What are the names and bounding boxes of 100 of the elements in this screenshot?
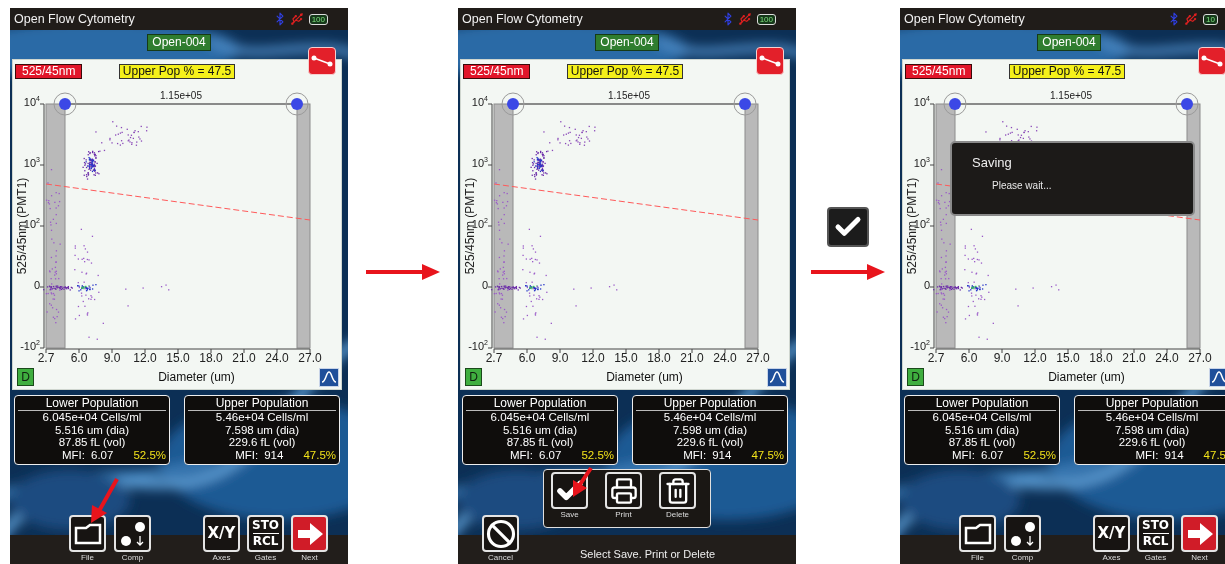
tick-label: 12.0 (1022, 351, 1048, 365)
dialog-title: Saving (972, 155, 1013, 170)
sample-name: Open-004 (1037, 34, 1101, 51)
status-message: Select Save. Print or Delete (578, 547, 717, 562)
delete-button[interactable] (659, 472, 696, 509)
dialog-message: Please wait... (992, 180, 1053, 191)
gate-handle[interactable] (733, 92, 757, 116)
line-segment-icon (1201, 54, 1223, 68)
stat-value: 5.516 um (dia) (943, 423, 1021, 436)
tick-label: 15.0 (165, 351, 191, 365)
mfi-value: 6.07 (91, 448, 114, 461)
file-button[interactable] (959, 515, 996, 552)
gate-line-button[interactable] (756, 47, 784, 75)
button-caption: Next (1191, 552, 1208, 563)
percent-value: 47.5% (303, 448, 336, 461)
display-button[interactable]: D (17, 368, 34, 386)
app-title: Open Flow Cytometry (904, 12, 1025, 26)
tick-label: 2.7 (36, 351, 56, 365)
usb-icon (737, 12, 752, 26)
gate-line-button[interactable] (308, 47, 336, 75)
comp-button[interactable] (1004, 515, 1041, 552)
battery-indicator: 100 (756, 13, 776, 25)
tick-label: 10$^{3}$ (470, 156, 488, 170)
file-button[interactable] (69, 515, 106, 552)
gate-handle[interactable] (943, 92, 967, 116)
stat-value: 5.516 um (dia) (53, 423, 131, 436)
arrow-right-icon (1185, 521, 1214, 546)
button-caption: Print (615, 509, 632, 520)
gate-handle[interactable] (53, 92, 77, 116)
stat-value: 7.598 um (dia) (1113, 423, 1191, 436)
card-title: Upper Population (1078, 396, 1225, 411)
stat-value: 87.85 fL (vol) (947, 436, 1017, 449)
next-button[interactable] (291, 515, 328, 552)
dots-arrow-icon (118, 519, 147, 548)
button-caption: File (81, 552, 94, 563)
stat-value: 6.045e+04 Cells/ml (931, 411, 1033, 424)
stat-value: 5.46e+04 Cells/ml (214, 411, 310, 424)
print-button[interactable] (605, 472, 642, 509)
tick-label: 0 (922, 278, 930, 292)
display-button[interactable]: D (907, 368, 924, 386)
tick-label: 24.0 (1154, 351, 1180, 365)
mfi-value: 914 (712, 448, 732, 461)
axes-button[interactable]: X/Y (1093, 515, 1130, 552)
app-title: Open Flow Cytometry (462, 12, 583, 26)
mfi-label: MFI: (62, 448, 85, 461)
button-caption: Gates (1144, 552, 1167, 563)
gate-readout: Upper Pop % = 47.5 (118, 64, 236, 79)
tick-label: 10$^{4}$ (22, 95, 40, 109)
tick-label: 10$^{4}$ (912, 95, 930, 109)
stat-value: 229.6 fL (vol) (1117, 436, 1187, 449)
cancel-button[interactable] (482, 515, 519, 552)
gate-count: 1.15e+05 (608, 90, 650, 101)
usb-icon (289, 12, 304, 26)
tick-label: 18.0 (1088, 351, 1114, 365)
histogram-button[interactable] (1209, 367, 1225, 387)
display-button[interactable]: D (465, 368, 482, 386)
gate-count: 1.15e+05 (160, 90, 202, 101)
gate-handle[interactable] (501, 92, 525, 116)
histogram-button[interactable] (767, 367, 787, 387)
next-button[interactable] (1181, 515, 1218, 552)
printer-icon (609, 476, 638, 505)
channel-label: 525/45nm (463, 64, 531, 79)
button-caption: Gates (254, 552, 277, 563)
histogram-button[interactable] (319, 367, 339, 387)
tick-label: 18.0 (646, 351, 672, 365)
channel-label: 525/45nm (905, 64, 973, 79)
tick-label: 6.0 (959, 351, 979, 365)
button-caption: Comp (1011, 552, 1034, 563)
gate-readout: Upper Pop % = 47.5 (1008, 64, 1126, 79)
sample-name: Open-004 (595, 34, 659, 51)
mfi-value: 914 (264, 448, 284, 461)
gate-handle[interactable] (285, 92, 309, 116)
tick-label: 2.7 (926, 351, 946, 365)
gate-line-button[interactable] (1198, 47, 1225, 75)
tick-label: -10$^{2}$ (467, 339, 488, 353)
button-caption: File (971, 552, 984, 563)
usb-icon (1184, 12, 1199, 26)
battery-indicator: 100 (308, 13, 328, 25)
button-caption: Delete (665, 509, 690, 520)
stat-value: 6.045e+04 Cells/ml (41, 411, 143, 424)
gates-button[interactable]: STO RCL (247, 515, 284, 552)
folder-icon (73, 522, 102, 545)
stat-value: 7.598 um (dia) (223, 423, 301, 436)
axes-button[interactable]: X/Y (203, 515, 240, 552)
gates-button[interactable]: STO RCL (1137, 515, 1174, 552)
stat-value: 5.46e+04 Cells/ml (662, 411, 758, 424)
tick-label: -10$^{2}$ (19, 339, 40, 353)
app-title: Open Flow Cytometry (14, 12, 135, 26)
sample-name: Open-004 (147, 34, 211, 51)
bell-curve-icon (770, 371, 784, 383)
gate-handle[interactable] (1175, 92, 1199, 116)
axis-title: Diameter (um) (158, 370, 235, 384)
channel-label: 525/45nm (15, 64, 83, 79)
trash-icon (663, 476, 692, 505)
tick-label: 10$^{3}$ (912, 156, 930, 170)
tick-label: 0 (480, 278, 488, 292)
mfi-value: 6.07 (981, 448, 1004, 461)
comp-button[interactable] (114, 515, 151, 552)
line-segment-icon (759, 54, 781, 68)
button-caption: Comp (121, 552, 144, 563)
